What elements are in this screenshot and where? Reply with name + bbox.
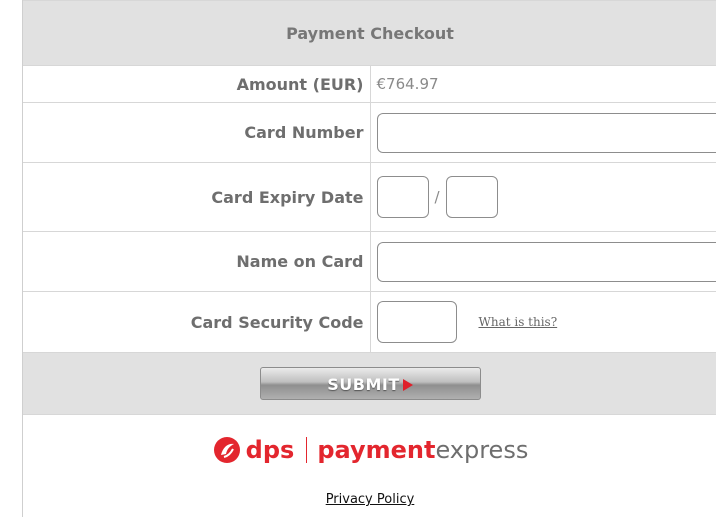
security-code-input[interactable] [376,301,457,343]
what-is-this-link[interactable]: What is this? [479,315,558,329]
security-code-row: Card Security Code What is this? [23,291,716,353]
play-arrow-icon [402,379,413,391]
submit-row: SUBMIT [23,352,716,415]
expiry-label: Card Expiry Date [23,162,371,232]
amount-label: Amount (EUR) [23,65,371,103]
privacy-policy-link[interactable]: Privacy Policy [326,492,415,507]
page-title: Payment Checkout [23,0,716,66]
expiry-year-input[interactable] [445,176,498,218]
name-label: Name on Card [23,231,371,292]
logo-divider [306,437,308,463]
amount-value: €764.97 [370,65,716,103]
dps-swirl-icon [213,437,240,463]
submit-cell: SUBMIT [23,352,716,415]
name-on-card-input[interactable] [376,241,716,282]
dps-payment-express-logo: dps payment express [23,432,716,468]
footer: dps payment express Privacy Policy [23,412,716,507]
submit-button[interactable]: SUBMIT [259,367,481,400]
expiry-month-input[interactable] [376,176,429,218]
expiry-row: Card Expiry Date / [23,162,716,232]
security-code-label: Card Security Code [23,291,371,353]
logo-dps-text: dps [245,436,295,464]
checkout-frame: Payment Checkout Amount (EUR) €764.97 Ca… [22,0,716,517]
security-code-cell: What is this? [370,291,716,353]
amount-row: Amount (EUR) €764.97 [23,65,716,103]
name-row: Name on Card [23,231,716,292]
submit-label: SUBMIT [327,375,400,394]
checkout-form: Payment Checkout Amount (EUR) €764.97 Ca… [23,0,716,415]
expiry-separator: / [434,188,440,206]
logo-express-text: express [435,436,529,464]
logo-payment-text: payment [317,436,436,464]
card-number-cell [370,102,716,163]
card-number-input[interactable] [376,112,716,153]
card-number-row: Card Number [23,102,716,163]
header-row: Payment Checkout [23,0,716,66]
card-number-label: Card Number [23,102,371,163]
expiry-cell: / [370,162,716,232]
name-cell [370,231,716,292]
